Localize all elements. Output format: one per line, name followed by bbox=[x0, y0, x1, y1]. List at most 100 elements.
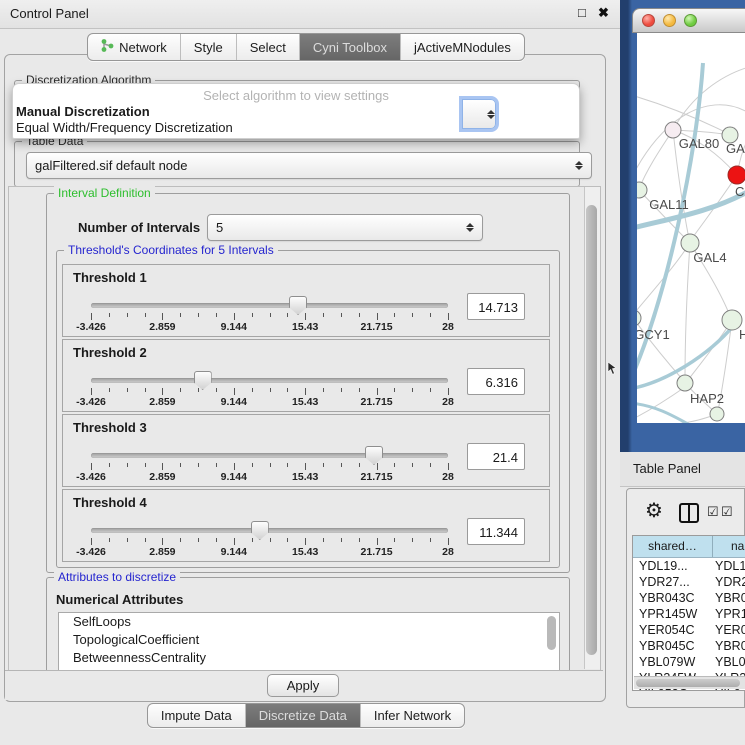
tab-jactivemnodules[interactable]: jActiveMNodules bbox=[400, 34, 524, 60]
tab-impute-data[interactable]: Impute Data bbox=[148, 704, 245, 727]
threshold-slider-track[interactable] bbox=[91, 378, 448, 383]
attribute-list-item[interactable]: TopologicalCoefficient bbox=[59, 631, 559, 649]
table-row[interactable]: YBR045CYBR0 bbox=[633, 638, 745, 654]
table-panel-titlebar: Table Panel bbox=[620, 452, 745, 487]
cell-shared-name: YBR045C bbox=[633, 638, 712, 654]
tab-label: jActiveMNodules bbox=[414, 40, 511, 55]
horizontal-scrollbar-thumb[interactable] bbox=[636, 679, 740, 687]
network-edge[interactable] bbox=[673, 67, 745, 130]
algorithm-item-equal-width[interactable]: Equal Width/Frequency Discretization bbox=[16, 120, 233, 135]
table-data-combo[interactable]: galFiltered.sif default node bbox=[26, 152, 592, 179]
threshold-value-field[interactable]: 14.713 bbox=[467, 293, 525, 320]
column-header-shared-name[interactable]: shared… bbox=[633, 536, 713, 557]
slider-tick bbox=[341, 538, 342, 542]
slider-tick bbox=[305, 538, 306, 545]
list-scrollbar-thumb[interactable] bbox=[547, 616, 556, 650]
tab-network[interactable]: Network bbox=[88, 34, 180, 60]
slider-tick bbox=[145, 388, 146, 392]
tab-select[interactable]: Select bbox=[236, 34, 299, 60]
slider-tick bbox=[412, 463, 413, 467]
columns-icon[interactable] bbox=[679, 503, 699, 523]
apply-button[interactable]: Apply bbox=[267, 674, 339, 697]
zoom-traffic-light-icon[interactable] bbox=[684, 14, 697, 27]
checkbox-icon[interactable]: ☑ bbox=[707, 504, 719, 520]
column-header-name[interactable]: na bbox=[713, 536, 745, 557]
node-label: GAL80 bbox=[679, 136, 719, 151]
gear-icon[interactable]: ⚙ bbox=[645, 498, 663, 523]
table-panel-body: ⚙ ☑ ☑ shared… na YDL19...YDL1YDR27...YDR… bbox=[626, 488, 745, 708]
slider-tick bbox=[234, 463, 235, 470]
tab-infer-network[interactable]: Infer Network bbox=[360, 704, 464, 727]
attribute-list-item[interactable]: BetweennessCentrality bbox=[59, 649, 559, 667]
table-row[interactable]: YDL19...YDL1 bbox=[633, 558, 745, 574]
network-edge[interactable] bbox=[685, 243, 690, 379]
network-node-gcy1[interactable] bbox=[637, 310, 641, 326]
node-label: GAL4 bbox=[693, 250, 726, 265]
tab-style[interactable]: Style bbox=[180, 34, 236, 60]
node-table[interactable]: shared… na YDL19...YDL1YDR27...YDR2YBR04… bbox=[632, 535, 745, 691]
vertical-scrollbar-thumb[interactable] bbox=[586, 205, 597, 655]
network-edge[interactable] bbox=[637, 95, 727, 133]
slider-tick-label: 21.715 bbox=[361, 321, 393, 333]
top-tabs-group: Network Style Select Cyni Toolbox jActiveMNo… bbox=[87, 33, 525, 61]
slider-tick-label: 2.859 bbox=[149, 471, 175, 483]
table-row[interactable]: YBL079WYBL0 bbox=[633, 654, 745, 670]
cell-shared-name: YBL079W bbox=[633, 654, 712, 670]
threshold-slider-thumb[interactable] bbox=[365, 446, 383, 465]
network-node[interactable] bbox=[710, 407, 724, 421]
network-node-gal11[interactable] bbox=[637, 182, 647, 198]
network-node-hap2[interactable] bbox=[677, 375, 693, 391]
slider-tick bbox=[448, 313, 449, 320]
horizontal-scrollbar[interactable] bbox=[634, 676, 745, 689]
tab-label: Cyni Toolbox bbox=[313, 40, 387, 55]
slider-tick bbox=[216, 463, 217, 467]
network-edge[interactable] bbox=[637, 403, 697, 423]
network-graph: GAL80GACGAL11GAL4GCY1HHAP2 bbox=[637, 33, 745, 423]
tab-label: Style bbox=[194, 40, 223, 55]
threshold-slider-track[interactable] bbox=[91, 303, 448, 308]
network-window-titlebar[interactable] bbox=[632, 8, 745, 33]
algorithm-combo-arrows[interactable] bbox=[462, 99, 496, 129]
slider-tick bbox=[234, 538, 235, 545]
network-node-c[interactable] bbox=[728, 166, 745, 184]
table-row[interactable]: YPR145WYPR1 bbox=[633, 606, 745, 622]
slider-tick bbox=[377, 313, 378, 320]
bottom-tab-strip: Impute DataDiscretize DataInfer Network bbox=[0, 703, 612, 728]
slider-tick bbox=[198, 538, 199, 542]
threshold-value-field[interactable]: 11.344 bbox=[467, 518, 525, 545]
close-traffic-light-icon[interactable] bbox=[642, 14, 655, 27]
slider-tick bbox=[270, 313, 271, 317]
node-label: H bbox=[739, 327, 745, 342]
slider-tick bbox=[91, 313, 92, 320]
threshold-slider-thumb[interactable] bbox=[251, 521, 269, 540]
slider-tick bbox=[270, 463, 271, 467]
slider-tick bbox=[252, 388, 253, 392]
threshold-slider-track[interactable] bbox=[91, 453, 448, 458]
algorithm-item-manual[interactable]: Manual Discretization bbox=[16, 104, 150, 119]
top-tab-strip: Network Style Select Cyni Toolbox jActiveMNo… bbox=[0, 33, 612, 61]
threshold-slider-track[interactable] bbox=[91, 528, 448, 533]
network-canvas[interactable]: GAL80GACGAL11GAL4GCY1HHAP2 bbox=[637, 33, 745, 423]
attribute-list-item[interactable]: SelfLoops bbox=[59, 613, 559, 631]
cell-name: YBR0 bbox=[712, 590, 745, 606]
threshold-value-field[interactable]: 6.316 bbox=[467, 368, 525, 395]
num-intervals-combo[interactable]: 5 bbox=[207, 214, 483, 241]
close-icon[interactable]: ✖ bbox=[598, 5, 609, 21]
table-row[interactable]: YER054CYER0 bbox=[633, 622, 745, 638]
network-edge[interactable] bbox=[639, 130, 673, 189]
threshold-value-field[interactable]: 21.4 bbox=[467, 443, 525, 470]
slider-tick bbox=[145, 463, 146, 467]
tab-cyni-toolbox[interactable]: Cyni Toolbox bbox=[299, 34, 400, 60]
slider-tick bbox=[270, 388, 271, 392]
table-row[interactable]: YDR27...YDR2 bbox=[633, 574, 745, 590]
float-icon[interactable]: □ bbox=[578, 5, 586, 21]
numerical-attributes-list[interactable]: SelfLoopsTopologicalCoefficientBetweenne… bbox=[58, 612, 560, 672]
checkbox-icon[interactable]: ☑ bbox=[721, 504, 733, 520]
threshold-slider-thumb[interactable] bbox=[194, 371, 212, 390]
num-intervals-label: Number of Intervals bbox=[78, 220, 200, 235]
table-row[interactable]: YBR043CYBR0 bbox=[633, 590, 745, 606]
slider-tick bbox=[430, 313, 431, 317]
tab-discretize-data[interactable]: Discretize Data bbox=[245, 704, 360, 727]
num-intervals-value: 5 bbox=[216, 220, 223, 235]
minimize-traffic-light-icon[interactable] bbox=[663, 14, 676, 27]
